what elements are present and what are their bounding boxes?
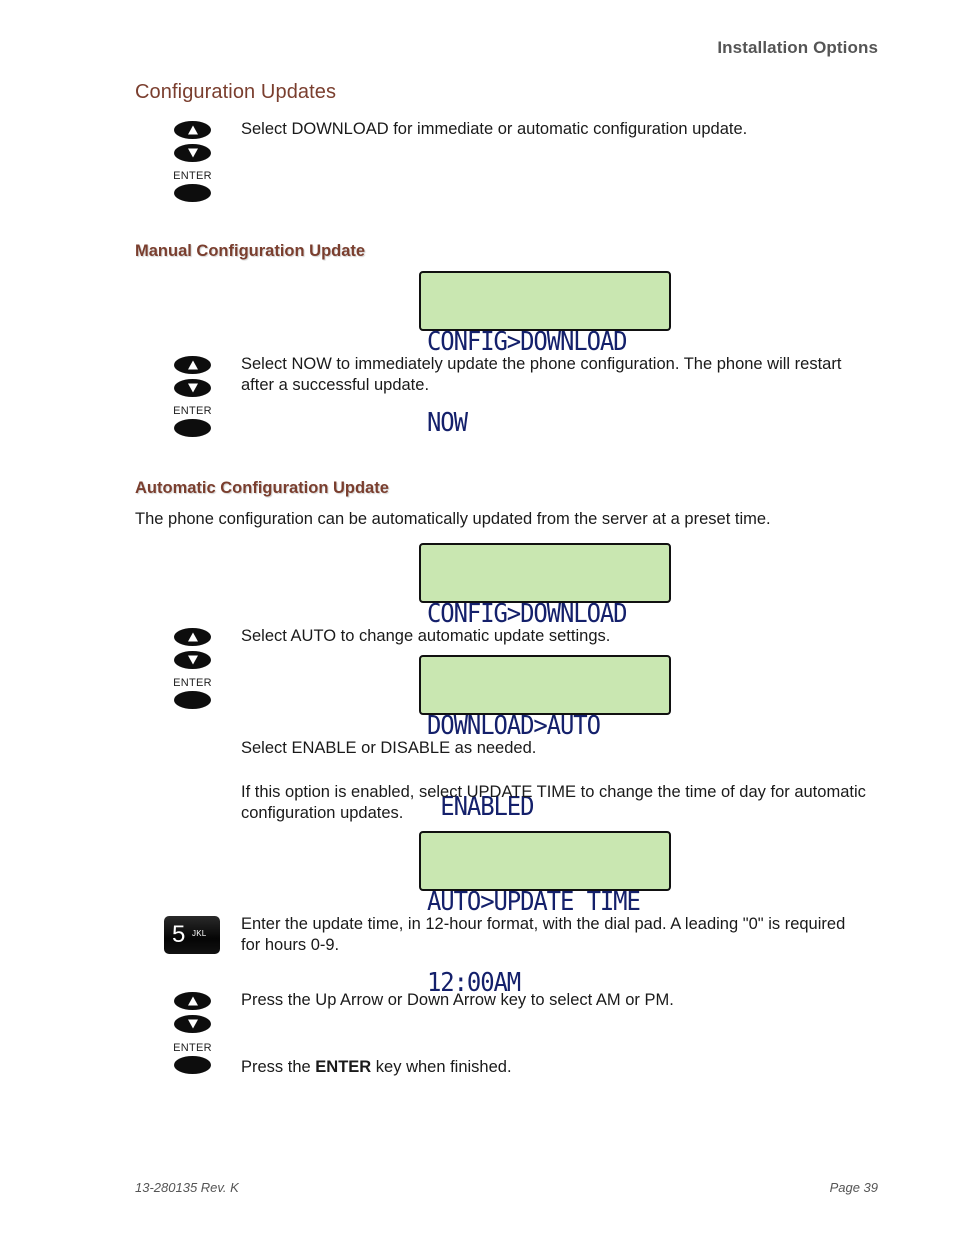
- enter-key-icon: [174, 184, 211, 202]
- automatic-heading: Automatic Configuration Update: [135, 479, 389, 497]
- navigation-keys: ENTER: [170, 356, 215, 437]
- automatic-intro: The phone configuration can be automatic…: [135, 510, 771, 528]
- down-arrow-key-icon: [174, 651, 211, 669]
- intro-text: Select DOWNLOAD for immediate or automat…: [241, 120, 748, 138]
- down-arrow-key-icon: [174, 1015, 211, 1033]
- manual-text: Select NOW to immediately update the pho…: [241, 355, 842, 394]
- enter-key-name: ENTER: [315, 1058, 372, 1076]
- step-enter-time: Enter the update time, in 12-hour format…: [241, 915, 846, 954]
- section-title: Installation Options: [717, 38, 878, 57]
- lcd-line-1: CONFIG>DOWNLOAD: [427, 327, 628, 357]
- lcd-line-1: CONFIG>DOWNLOAD: [427, 599, 628, 629]
- manual-heading: Manual Configuration Update: [135, 242, 366, 260]
- down-arrow-key-icon: [174, 144, 211, 162]
- document-number: 13-280135 Rev. K: [135, 1180, 239, 1195]
- page-number: Page 39: [829, 1180, 878, 1195]
- enter-key-label: ENTER: [173, 677, 212, 689]
- dialpad-key-number: 5: [172, 921, 186, 948]
- step-enable-disable: Select ENABLE or DISABLE as needed.: [241, 739, 537, 757]
- enter-key-label: ENTER: [173, 405, 212, 417]
- page-title: Configuration Updates: [135, 81, 337, 103]
- lcd-line-2: NOW: [427, 408, 468, 438]
- enter-key-label: ENTER: [173, 1042, 212, 1054]
- step-select-auto: Select AUTO to change automatic update s…: [241, 627, 611, 645]
- enter-key-icon: [174, 1056, 211, 1074]
- enter-key: ENTER: [170, 1042, 215, 1074]
- up-arrow-key-icon: [174, 356, 211, 374]
- down-arrow-key-icon: [174, 379, 211, 397]
- lcd-display-download-now: CONFIG>DOWNLOAD NOW: [419, 271, 671, 437]
- up-arrow-key-icon: [174, 121, 211, 139]
- step-update-time: If this option is enabled, select UPDATE…: [241, 783, 866, 822]
- up-arrow-key-icon: [174, 992, 211, 1010]
- step-press-enter: Press the ENTER key when finished.: [241, 1057, 866, 1078]
- lcd-display-auto-enabled: DOWNLOAD>AUTO ENABLED: [419, 655, 671, 821]
- step-text: key when finished.: [371, 1058, 512, 1076]
- step-text: Press the: [241, 1058, 316, 1076]
- enter-key-icon: [174, 691, 211, 709]
- enter-key-icon: [174, 419, 211, 437]
- lcd-display-update-time: AUTO>UPDATE TIME 12:00AM: [419, 831, 671, 997]
- lcd-line-1: AUTO>UPDATE TIME: [427, 887, 641, 917]
- lcd-line-1: DOWNLOAD>AUTO: [427, 711, 601, 741]
- navigation-keys: ENTER: [170, 121, 215, 202]
- dialpad-key-5-icon: 5 JKL: [164, 916, 220, 954]
- navigation-keys: ENTER: [170, 628, 215, 709]
- up-arrow-key-icon: [174, 628, 211, 646]
- dialpad-key-letters: JKL: [192, 929, 207, 938]
- arrow-keys: [170, 992, 215, 1033]
- enter-key-label: ENTER: [173, 170, 212, 182]
- lcd-display-download-auto: CONFIG>DOWNLOAD AUTO: [419, 543, 671, 709]
- step-am-pm: Press the Up Arrow or Down Arrow key to …: [241, 991, 674, 1009]
